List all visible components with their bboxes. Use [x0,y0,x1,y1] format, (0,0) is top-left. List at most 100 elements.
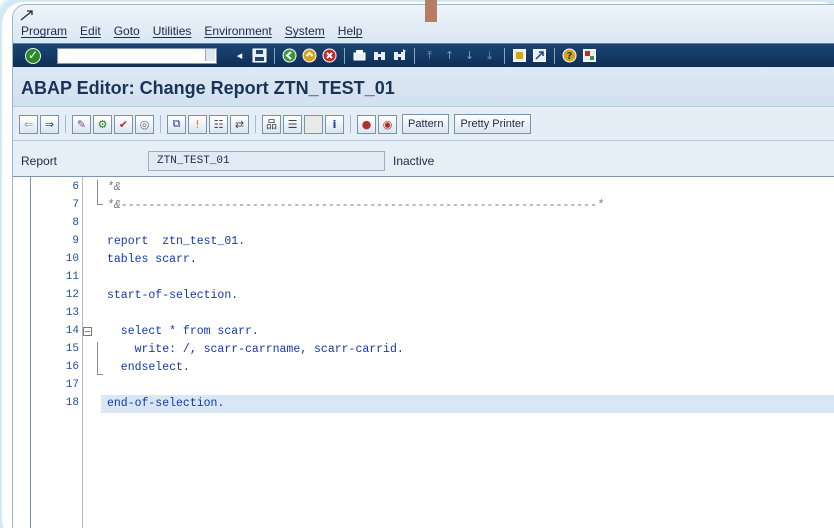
code-line[interactable] [101,270,834,285]
system-toolbar: ◂ ⤒ ↑ [13,43,834,67]
title-bar: ABAP Editor: Change Report ZTN_TEST_01 [13,67,834,107]
pattern-button[interactable]: Pattern [402,114,450,134]
toolbar-separator [414,47,415,64]
cancel-icon[interactable] [321,47,338,64]
line-number: 6 [72,181,79,193]
find-icon[interactable] [371,47,388,64]
menu-bar: Program Edit Goto Utilities Environment … [13,5,834,43]
set-breakpoint-icon[interactable]: ● [357,114,376,134]
line-number: 11 [65,271,79,283]
window-menu-icon[interactable] [19,8,35,22]
display-object-list-icon[interactable]: ☰ [283,114,302,134]
code-line[interactable]: *& [101,180,834,195]
first-page-icon[interactable]: ⤒ [421,47,438,64]
editor-left-margin [13,177,31,528]
line-number: 8 [72,217,79,229]
last-page-icon[interactable]: ⤓ [481,47,498,64]
application-toolbar-icons: ⇐ ⇒ ✎ ⚙ ✔ ◎ ⧉ ! ☷ ⇄ 品 ☰ i ● ◉ Pattern Pr… [19,114,531,134]
help-icon[interactable]: ? [561,47,578,64]
previous-icon[interactable]: ◂ [231,47,248,64]
code-line[interactable] [101,216,834,231]
comment-text: *&--------------------------------------… [107,199,604,212]
delete-breakpoint-icon[interactable]: ◉ [378,114,397,134]
menu-help[interactable]: Help [338,24,363,38]
menu-environment[interactable]: Environment [204,24,271,38]
hierarchy-icon[interactable]: 品 [262,114,281,134]
code-line[interactable]: start-of-selection. [101,288,834,303]
menu-goto[interactable]: Goto [114,24,140,38]
menu-edit[interactable]: Edit [80,24,101,38]
code-line[interactable]: *&--------------------------------------… [101,198,834,213]
code-line[interactable]: tables scarr. [101,252,834,267]
code-line[interactable] [101,306,834,321]
collapse-block-icon[interactable]: − [83,327,92,336]
application-toolbar: ⇐ ⇒ ✎ ⚙ ✔ ◎ ⧉ ! ☷ ⇄ 品 ☰ i ● ◉ Pattern Pr… [13,107,834,141]
code-line[interactable]: end-of-selection. [101,396,834,411]
line-number: 17 [65,379,79,391]
shortcut-icon[interactable] [531,47,548,64]
toolbar-separator [504,47,505,64]
next-page-icon[interactable]: ↓ [461,47,478,64]
print-icon[interactable] [351,47,368,64]
fullscreen-icon[interactable] [304,114,323,134]
menu-program[interactable]: Program [21,24,67,38]
code-text: start-of-selection. [107,289,239,302]
line-number: 14 [65,325,79,337]
command-history-button[interactable] [205,49,215,61]
code-line[interactable] [101,378,834,393]
navigation-window-icon[interactable]: ⇄ [230,114,249,134]
code-text: end-of-selection. [107,397,225,410]
line-number: 10 [65,253,79,265]
code-editor[interactable]: 6 7 8 9 10 11 12 13 14 15 16 17 18 − *& *&-----------… [13,176,834,528]
toolbar-separator [274,47,275,64]
svg-text:?: ? [567,51,573,62]
system-icons: ◂ ⤒ ↑ ↓ ⤓ ? [231,47,598,64]
check-icon[interactable]: ✔ [114,114,133,134]
report-status: Inactive [393,154,435,168]
create-session-icon[interactable] [511,47,528,64]
toolbar-separator [350,115,351,133]
code-line[interactable]: select * from scarr. [101,324,834,339]
info-icon[interactable]: i [325,114,344,134]
code-line[interactable]: report ztn_test_01. [101,234,834,249]
command-field[interactable] [57,48,217,64]
customize-layout-icon[interactable] [581,47,598,64]
toolbar-separator [255,115,256,133]
code-line[interactable]: write: /, scarr-carrname, scarr-carrid. [101,342,834,357]
pretty-printer-button[interactable]: Pretty Printer [454,114,531,134]
test-icon[interactable]: ⧉ [167,114,186,134]
previous-page-icon[interactable]: ↑ [441,47,458,64]
back-icon[interactable] [281,47,298,64]
toolbar-separator [554,47,555,64]
menu-utilities[interactable]: Utilities [153,24,192,38]
object-list-icon[interactable]: ☷ [209,114,228,134]
code-text: tables scarr. [107,253,197,266]
report-name-field: ZTN_TEST_01 [148,151,385,171]
sap-window: Program Edit Goto Utilities Environment … [12,4,834,528]
toolbar-separator [65,115,66,133]
toolbar-separator [344,47,345,64]
other-object-icon[interactable]: ⚙ [93,114,112,134]
enter-check-icon[interactable] [25,48,41,64]
forward-arrow-icon[interactable]: ⇒ [40,114,59,134]
where-used-icon[interactable]: ! [188,114,207,134]
code-line[interactable]: endselect. [101,360,834,375]
line-number: 9 [72,235,79,247]
line-number: 7 [72,199,79,211]
menu-items: Program Edit Goto Utilities Environment … [21,24,362,38]
display-change-icon[interactable]: ✎ [72,114,91,134]
fold-guide [97,342,98,374]
line-number-column: 6 7 8 9 10 11 12 13 14 15 16 17 18 [31,177,83,528]
activate-icon[interactable]: ◎ [135,114,154,134]
find-next-icon[interactable] [391,47,408,64]
bookmark-tab [425,0,437,22]
fold-guide [97,180,98,204]
back-arrow-icon[interactable]: ⇐ [19,114,38,134]
code-text: write: /, scarr-carrname, scarr-carrid. [107,343,404,356]
menu-system[interactable]: System [285,24,325,38]
code-text: select * from scarr. [107,325,259,338]
exit-icon[interactable] [301,47,318,64]
save-icon[interactable] [251,47,268,64]
code-area[interactable]: *& *&------------------------------------… [101,177,834,528]
line-number: 18 [65,397,79,409]
